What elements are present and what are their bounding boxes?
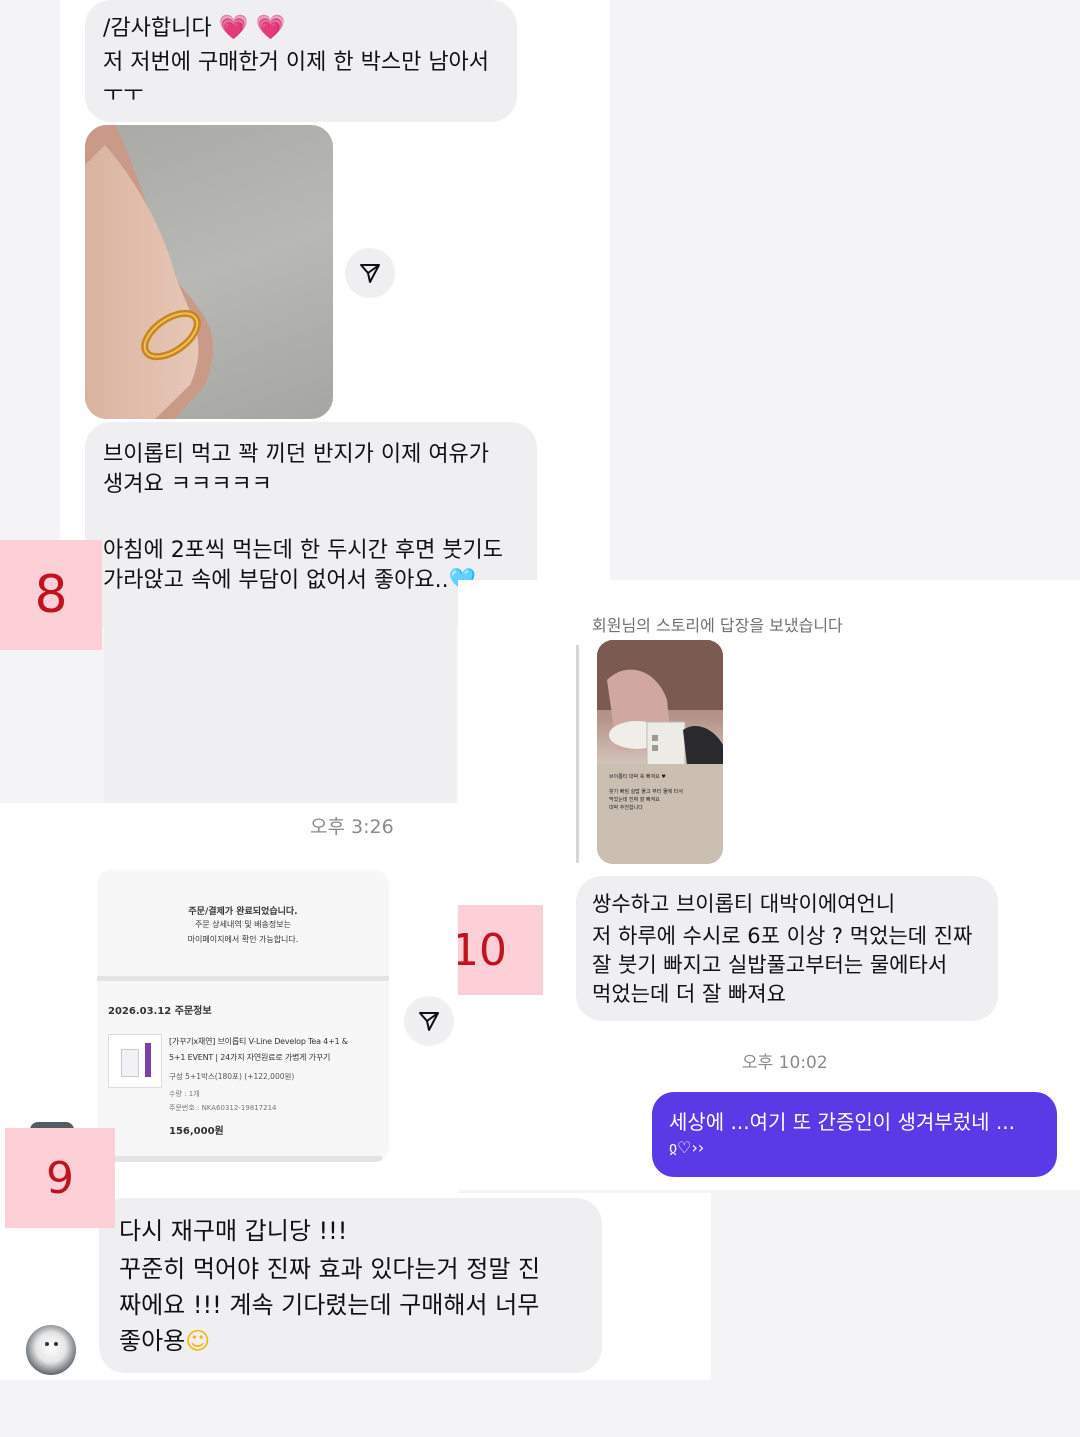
- order-price: 156,000원: [169, 1126, 224, 1137]
- product-name: 5+1 EVENT | 24가지 자연원료로 가볍게 가꾸기: [169, 1053, 331, 1062]
- story-caption: 브이롭티 대박 쑥 빠져요 ♥: [609, 774, 666, 780]
- order-receipt-card[interactable]: 주문/결제가 완료되었습니다. 주문 상세내역 및 배송정보는 마이페이지에서 …: [97, 870, 389, 1162]
- message-line: 브이롭티 먹고 꽉 끼던 반지가 이제 여유가: [103, 442, 490, 467]
- message-line: 저 하루에 수시로 6포 이상 ? 먹었는데 진짜: [592, 924, 973, 948]
- review-number-8: 8: [0, 540, 102, 650]
- message-line: 잘 붓기 빠지고 실밥풀고부터는 물에타서: [592, 953, 948, 977]
- review-number-9: 9: [5, 1128, 115, 1228]
- story-caption: 대박 추천합니다: [609, 805, 643, 811]
- story-caption: 붓기 빠짐 실밥 풀고 부터 물에 타서: [609, 789, 683, 795]
- page-bottom: [0, 1380, 1080, 1437]
- product-qty: 수량 : 1개: [169, 1090, 200, 1098]
- timestamp: 오후 10:02: [742, 1053, 828, 1073]
- story-divider: [576, 645, 579, 863]
- story-image[interactable]: 브이롭티 대박 쑥 빠져요 ♥ 붓기 빠짐 실밥 풀고 부터 물에 타서 먹었는…: [597, 640, 723, 864]
- order-number: 주문번호 : NKA60312-19817214: [169, 1104, 277, 1112]
- smiling-face-emoji-icon: ☺: [185, 1327, 211, 1355]
- message-line: 꾸준히 먹어야 진짜 효과 있다는거 정말 진: [119, 1255, 541, 1283]
- message-line: 아침에 2포씩 먹는데 한 두시간 후면 붓기도: [103, 538, 504, 563]
- story-caption: 먹었는데 진짜 잘 빠져요: [609, 797, 660, 803]
- story-illustration: [597, 640, 723, 864]
- message-line: 짜에요 !!! 계속 기다렸는데 구매해서 너무: [119, 1291, 540, 1319]
- story-reply-header: 회원님의 스토리에 답장을 보냈습니다: [592, 616, 843, 635]
- avatar[interactable]: [26, 1325, 76, 1375]
- message-bubble-surgery: 쌍수하고 브이롭티 대박이에여언니 저 하루에 수시로 6포 이상 ? 먹었는데…: [576, 876, 998, 1021]
- message-line: 저 저번에 구매한거 이제 한 박스만 남아서: [103, 50, 490, 75]
- ring-photo[interactable]: [85, 125, 333, 419]
- message-line: 좋아용: [119, 1327, 186, 1355]
- bubble-stub: [104, 624, 456, 804]
- order-complete-sub: 마이페이지에서 확인 가능합니다.: [187, 935, 299, 944]
- message-line: 가라앉고 속에 부담이 없어서 좋아요..: [103, 568, 449, 593]
- message-line: ㅜㅜ: [103, 82, 144, 107]
- order-bottom-bar: [107, 1156, 382, 1162]
- product-option: 구성 5+1박스(180포) (+122,000원): [169, 1072, 295, 1081]
- ring-photo-illustration: [85, 125, 214, 419]
- product-thumbnail: [108, 1034, 162, 1088]
- message-line: 쌍수하고 브이롭티 대박이에여언니: [592, 892, 896, 916]
- order-divider: [97, 976, 389, 981]
- share-button[interactable]: [404, 996, 454, 1046]
- heart-reaction-icon: ჲ♡››: [669, 1138, 705, 1157]
- product-name: [가꾸기x채연] 브이롭티 V-Line Develop Tea 4+1 &: [169, 1037, 348, 1046]
- message-bubble-thanks: /감사합니다 💗 💗 저 저번에 구매한거 이제 한 박스만 남아서 ㅜㅜ: [85, 0, 517, 122]
- heart-emoji-icon: 💗: [255, 13, 286, 41]
- outgoing-message-bubble: 세상에 ...여기 또 간증인이 생겨부렀네 ... ჲ♡››: [652, 1092, 1057, 1177]
- outgoing-message-text: 세상에 ...여기 또 간증인이 생겨부렀네 ...: [669, 1110, 1015, 1134]
- order-info-title: 2026.03.12 주문정보: [108, 1006, 212, 1017]
- order-complete-sub: 주문 상세내역 및 배송정보는: [195, 920, 291, 929]
- message-line: /감사합니다: [103, 16, 212, 41]
- timestamp: 오후 3:26: [310, 816, 394, 838]
- paper-plane-icon: [360, 264, 380, 283]
- paper-plane-icon: [419, 1012, 439, 1031]
- order-complete-title: 주문/결제가 완료되었습니다.: [188, 907, 298, 917]
- message-bubble-repurchase: 다시 재구매 갑니당 !!! 꾸준히 먹어야 진짜 효과 있다는거 정말 진 짜…: [99, 1198, 602, 1373]
- heart-emoji-icon: 💗: [218, 13, 249, 41]
- message-line: 다시 재구매 갑니당 !!!: [119, 1217, 348, 1245]
- share-button[interactable]: [345, 248, 395, 298]
- message-line: 생겨요 ㅋㅋㅋㅋㅋ: [103, 472, 272, 497]
- message-line: 먹었는데 더 잘 빠져요: [592, 982, 786, 1006]
